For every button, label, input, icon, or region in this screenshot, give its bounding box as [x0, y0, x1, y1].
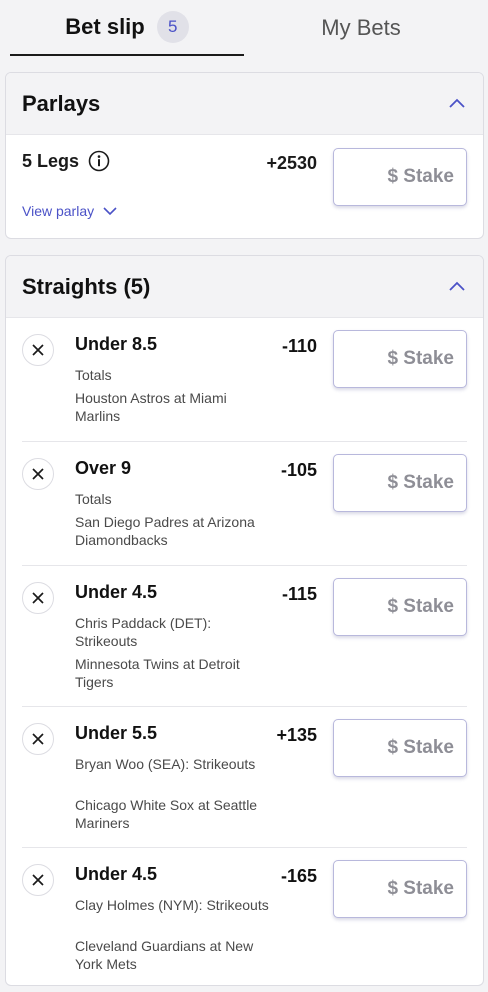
straights-title: Straights (5) — [22, 273, 151, 299]
bet-tabs: Bet slip 5 My Bets — [0, 0, 488, 56]
bet-odds: +135 — [276, 725, 317, 745]
chevron-down-icon — [103, 207, 117, 216]
bet-market: Totals — [75, 367, 112, 383]
close-icon — [32, 874, 44, 886]
remove-bet-button[interactable] — [22, 334, 54, 366]
straights-card: Straights (5) Under 8.5 -110 Totals Hous… — [5, 255, 484, 986]
remove-bet-button[interactable] — [22, 458, 54, 490]
bet-stake-input[interactable] — [333, 578, 467, 636]
parlay-stake-input[interactable] — [333, 148, 467, 206]
bet-game: San Diego Padres at Arizona Diamondbacks — [75, 514, 255, 548]
remove-bet-button[interactable] — [22, 582, 54, 614]
bet-selection: Under 4.5 — [75, 864, 158, 884]
close-icon — [32, 592, 44, 604]
tab-bet-slip[interactable]: Bet slip 5 — [10, 0, 244, 56]
bet-market: Bryan Woo (SEA): Strikeouts — [75, 756, 256, 772]
tab-my-bets-label: My Bets — [321, 15, 401, 40]
parlays-card: Parlays 5 Legs +2530 View parlay — [5, 72, 484, 239]
close-icon — [32, 468, 44, 480]
straight-bet-row: Under 8.5 -110 Totals Houston Astros at … — [22, 318, 467, 442]
parlay-body: 5 Legs +2530 View parlay — [6, 135, 483, 238]
bet-odds: -110 — [281, 336, 317, 356]
parlays-title: Parlays — [22, 90, 101, 116]
view-parlay-label: View parlay — [22, 203, 95, 219]
bet-selection: Under 8.5 — [75, 334, 158, 354]
bet-stake-input[interactable] — [333, 454, 467, 512]
chevron-up-icon[interactable] — [447, 94, 467, 114]
bet-count-badge: 5 — [156, 11, 189, 43]
straight-bet-row: Under 4.5 -115 Chris Paddack (DET): Stri… — [22, 566, 467, 707]
bet-market: Totals — [75, 491, 112, 507]
bet-odds: -115 — [281, 584, 317, 604]
info-icon[interactable] — [88, 150, 110, 172]
close-icon — [32, 344, 44, 356]
parlay-odds: +2530 — [266, 153, 317, 173]
bet-selection: Over 9 — [75, 458, 132, 478]
bet-game: Minnesota Twins at Detroit Tigers — [75, 656, 240, 690]
bet-odds: -165 — [280, 866, 317, 886]
remove-bet-button[interactable] — [22, 723, 54, 755]
bet-market: Clay Holmes (NYM): Strikeouts — [75, 897, 269, 913]
close-icon — [32, 733, 44, 745]
bet-stake-input[interactable] — [333, 719, 467, 777]
straight-bet-row: Over 9 -105 Totals San Diego Padres at A… — [22, 442, 467, 566]
straight-bet-row: Under 4.5 -165 Clay Holmes (NYM): Strike… — [22, 848, 467, 985]
parlays-header[interactable]: Parlays — [6, 73, 483, 135]
bet-game: Chicago White Sox at Seattle Mariners — [75, 797, 258, 831]
chevron-up-icon[interactable] — [447, 277, 467, 297]
remove-bet-button[interactable] — [22, 864, 54, 896]
bet-selection: Under 4.5 — [75, 582, 158, 602]
bet-game: Houston Astros at Miami Marlins — [75, 390, 227, 424]
bet-stake-input[interactable] — [333, 330, 467, 388]
straight-bet-row: Under 5.5 +135 Bryan Woo (SEA): Strikeou… — [22, 707, 467, 848]
bet-game: Cleveland Guardians at New York Mets — [75, 938, 254, 972]
bet-odds: -105 — [280, 460, 317, 480]
straights-header[interactable]: Straights (5) — [6, 256, 483, 318]
parlay-legs-label: 5 Legs — [22, 151, 80, 171]
tab-bet-slip-label: Bet slip — [65, 14, 145, 39]
view-parlay-link[interactable]: View parlay — [22, 203, 118, 219]
bet-selection: Under 5.5 — [75, 723, 158, 743]
bet-stake-input[interactable] — [333, 860, 467, 918]
tab-my-bets[interactable]: My Bets — [244, 0, 478, 56]
bet-market: Chris Paddack (DET): Strikeouts — [75, 615, 212, 649]
